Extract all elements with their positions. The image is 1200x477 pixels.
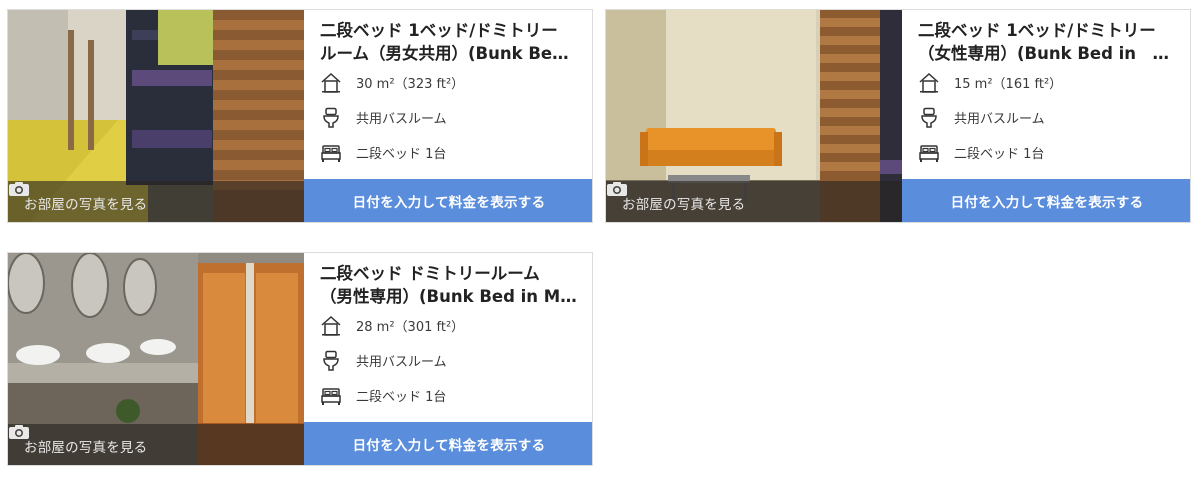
room-photo[interactable]: お部屋の写真を見る <box>8 10 304 222</box>
room-title[interactable]: 二段ベッド ドミトリールーム （男性専用）(Bunk Bed in Ma… <box>320 262 580 308</box>
bathroom-type: 共用バスルーム <box>356 112 447 127</box>
room-size: 15 m²（161 ft²） <box>954 77 1063 92</box>
show-price-button[interactable]: 日付を入力して料金を表示する <box>304 179 592 222</box>
room-info: 二段ベッド 1ベッド/ドミトリー （女性専用）(Bunk Bed in … 15… <box>902 10 1190 181</box>
view-photos-label: お部屋の写真を見る <box>622 196 746 213</box>
room-size: 30 m²（323 ft²） <box>356 77 465 92</box>
room-photo[interactable]: お部屋の写真を見る <box>8 253 304 465</box>
room-title-line1: 二段ベッド 1ベッド/ドミトリー <box>320 21 558 40</box>
bed-row: 二段ベッド 1台 <box>320 378 580 413</box>
bed-icon <box>321 144 341 162</box>
bathroom-row: 共用バスルーム <box>320 343 580 378</box>
view-photos-bar[interactable]: お部屋の写真を見る <box>8 424 304 465</box>
house-icon <box>321 315 341 336</box>
bed-type: 二段ベッド 1台 <box>356 147 447 162</box>
bathroom-type: 共用バスルーム <box>356 355 447 370</box>
room-size-row: 28 m²（301 ft²） <box>320 308 580 343</box>
camera-icon <box>607 182 627 196</box>
room-size-row: 30 m²（323 ft²） <box>320 65 580 100</box>
bathroom-row: 共用バスルーム <box>320 100 580 135</box>
bed-type: 二段ベッド 1台 <box>954 147 1045 162</box>
room-card: お部屋の写真を見る 二段ベッド 1ベッド/ドミトリー （女性専用）(Bunk B… <box>605 9 1191 223</box>
show-price-button[interactable]: 日付を入力して料金を表示する <box>304 422 592 465</box>
room-card: お部屋の写真を見る 二段ベッド 1ベッド/ドミトリー ルーム（男女共用）(Bun… <box>7 9 593 223</box>
toilet-icon <box>323 107 339 128</box>
bed-row: 二段ベッド 1台 <box>918 135 1178 170</box>
bed-icon <box>919 144 939 162</box>
bathroom-row: 共用バスルーム <box>918 100 1178 135</box>
room-info: 二段ベッド 1ベッド/ドミトリー ルーム（男女共用）(Bunk Bed… 30 … <box>304 10 592 181</box>
room-title-line1: 二段ベッド 1ベッド/ドミトリー <box>918 21 1156 40</box>
view-photos-label: お部屋の写真を見る <box>24 439 148 456</box>
room-title[interactable]: 二段ベッド 1ベッド/ドミトリー ルーム（男女共用）(Bunk Bed… <box>320 19 580 65</box>
room-photo[interactable]: お部屋の写真を見る <box>606 10 902 222</box>
bed-row: 二段ベッド 1台 <box>320 135 580 170</box>
camera-icon <box>9 425 29 439</box>
show-price-button[interactable]: 日付を入力して料金を表示する <box>902 179 1190 222</box>
toilet-icon <box>323 350 339 371</box>
room-title-line2: （男性専用）(Bunk Bed in Ma… <box>320 287 580 306</box>
view-photos-label: お部屋の写真を見る <box>24 196 148 213</box>
room-title[interactable]: 二段ベッド 1ベッド/ドミトリー （女性専用）(Bunk Bed in … <box>918 19 1178 65</box>
view-photos-bar[interactable]: お部屋の写真を見る <box>8 181 304 222</box>
room-card: お部屋の写真を見る 二段ベッド ドミトリールーム （男性専用）(Bunk Bed… <box>7 252 593 466</box>
room-size-row: 15 m²（161 ft²） <box>918 65 1178 100</box>
house-icon <box>919 72 939 93</box>
room-title-line1: 二段ベッド ドミトリールーム <box>320 264 540 283</box>
house-icon <box>321 72 341 93</box>
camera-icon <box>9 182 29 196</box>
room-info: 二段ベッド ドミトリールーム （男性専用）(Bunk Bed in Ma… 28… <box>304 253 592 424</box>
room-size: 28 m²（301 ft²） <box>356 320 465 335</box>
toilet-icon <box>921 107 937 128</box>
room-title-line2: （女性専用）(Bunk Bed in … <box>918 44 1170 63</box>
bed-type: 二段ベッド 1台 <box>356 390 447 405</box>
bathroom-type: 共用バスルーム <box>954 112 1045 127</box>
bed-icon <box>321 387 341 405</box>
view-photos-bar[interactable]: お部屋の写真を見る <box>606 181 902 222</box>
room-title-line2: ルーム（男女共用）(Bunk Bed… <box>320 44 580 63</box>
